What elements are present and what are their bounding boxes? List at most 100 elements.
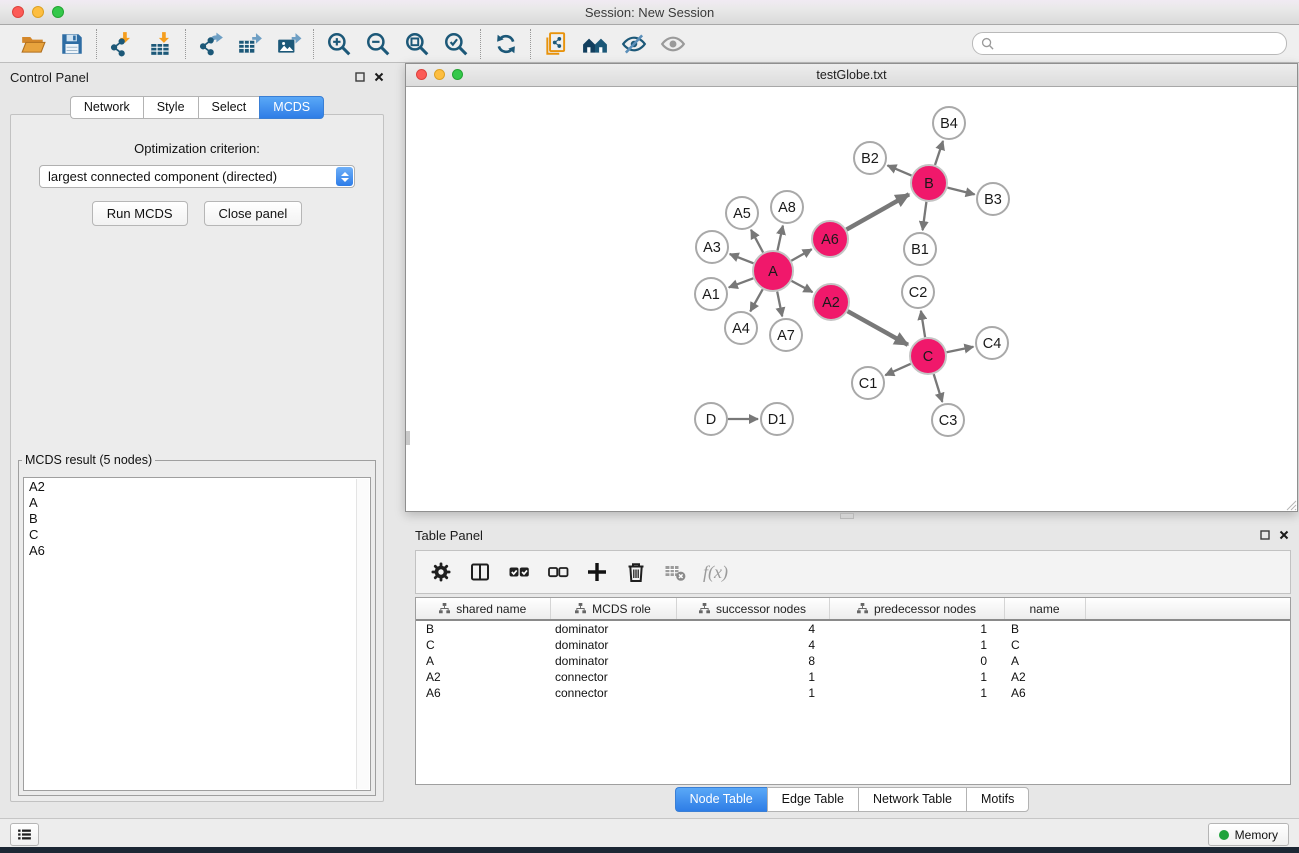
graph-node-A3[interactable]: A3	[696, 231, 728, 263]
close-window-button[interactable]	[12, 6, 24, 18]
graph-edge-A-A1[interactable]	[729, 278, 754, 287]
column-header-shared-name[interactable]: shared name	[416, 598, 550, 620]
add-column-button[interactable]	[584, 559, 610, 585]
task-history-button[interactable]	[10, 823, 39, 846]
close-table-panel-icon[interactable]	[1279, 530, 1289, 540]
graph-edge-A-A5[interactable]	[751, 230, 763, 253]
table-row[interactable]: Adominator80A	[416, 653, 1290, 669]
graph-edge-B-B1[interactable]	[923, 202, 927, 230]
select-all-button[interactable]	[506, 559, 532, 585]
graph-node-D[interactable]: D	[695, 403, 727, 435]
open-file-button[interactable]	[18, 29, 47, 58]
column-header-mcds-role[interactable]: MCDS role	[550, 598, 676, 620]
tab-motifs[interactable]: Motifs	[966, 787, 1029, 812]
export-table-button[interactable]	[235, 29, 264, 58]
tab-network-table[interactable]: Network Table	[858, 787, 966, 812]
graph-node-A4[interactable]: A4	[725, 312, 757, 344]
graph-node-A1[interactable]: A1	[695, 278, 727, 310]
graph-node-A6[interactable]: A6	[812, 221, 848, 257]
column-header-successor-nodes[interactable]: successor nodes	[676, 598, 829, 620]
float-table-panel-icon[interactable]	[1260, 530, 1270, 540]
graph-node-B4[interactable]: B4	[933, 107, 965, 139]
network-zoom-button[interactable]	[452, 69, 463, 80]
column-header-name[interactable]: name	[1004, 598, 1085, 620]
graph-node-A8[interactable]: A8	[771, 191, 803, 223]
graph-node-C1[interactable]: C1	[852, 367, 884, 399]
search-box[interactable]	[972, 32, 1287, 55]
graph-node-A2[interactable]: A2	[813, 284, 849, 320]
graph-node-D1[interactable]: D1	[761, 403, 793, 435]
table-row[interactable]: A2connector11A2	[416, 669, 1290, 685]
memory-button[interactable]: Memory	[1208, 823, 1289, 846]
tab-mcds[interactable]: MCDS	[259, 96, 324, 119]
mcds-result-item[interactable]: A2	[29, 479, 370, 495]
graph-edge-C-C1[interactable]	[885, 364, 910, 375]
graph-edge-A-A4[interactable]	[750, 289, 762, 311]
graph-edge-A-A8[interactable]	[778, 226, 783, 251]
graph-edge-A-A2[interactable]	[792, 281, 813, 292]
tab-edge-table[interactable]: Edge Table	[767, 787, 858, 812]
graph-node-B3[interactable]: B3	[977, 183, 1009, 215]
mcds-result-item[interactable]: A6	[29, 543, 370, 559]
settings-gear-button[interactable]	[428, 559, 454, 585]
refresh-button[interactable]	[491, 29, 520, 58]
zoom-selected-button[interactable]	[441, 29, 470, 58]
table-row[interactable]: Cdominator41C	[416, 637, 1290, 653]
graph-node-B2[interactable]: B2	[854, 142, 886, 174]
import-table-button[interactable]	[146, 29, 175, 58]
search-input[interactable]	[999, 36, 1278, 52]
hide-selected-button[interactable]	[619, 29, 648, 58]
toggle-column-display-button[interactable]	[467, 559, 493, 585]
panel-splitter-handle[interactable]	[840, 513, 854, 519]
resize-grip-icon[interactable]	[1284, 498, 1297, 511]
mcds-list-scrollbar[interactable]	[356, 479, 369, 789]
criterion-select[interactable]: largest connected component (directed)	[39, 165, 355, 188]
graph-edge-B-B3[interactable]	[947, 188, 974, 195]
graph-edge-A-A7[interactable]	[777, 292, 782, 317]
column-header-predecessor-nodes[interactable]: predecessor nodes	[829, 598, 1004, 620]
graph-edge-B-B4[interactable]	[935, 141, 943, 165]
new-network-from-selection-button[interactable]	[541, 29, 570, 58]
export-image-button[interactable]	[274, 29, 303, 58]
run-mcds-button[interactable]: Run MCDS	[92, 201, 188, 226]
deselect-all-button[interactable]	[545, 559, 571, 585]
table-row[interactable]: A6connector11A6	[416, 685, 1290, 701]
float-panel-icon[interactable]	[355, 72, 365, 82]
minimize-window-button[interactable]	[32, 6, 44, 18]
graph-edge-A-A3[interactable]	[730, 254, 754, 263]
canvas-left-scrollbar-thumb[interactable]	[406, 431, 410, 445]
graph-edge-A6-B[interactable]	[847, 194, 910, 229]
mcds-result-item[interactable]: A	[29, 495, 370, 511]
graph-edge-B-B2[interactable]	[888, 165, 912, 175]
tab-select[interactable]: Select	[198, 96, 260, 119]
close-panel-button[interactable]: Close panel	[204, 201, 303, 226]
graph-node-C4[interactable]: C4	[976, 327, 1008, 359]
graph-node-A7[interactable]: A7	[770, 319, 802, 351]
graph-edge-A-A6[interactable]	[791, 249, 811, 260]
tab-style[interactable]: Style	[143, 96, 198, 119]
tab-node-table[interactable]: Node Table	[675, 787, 767, 812]
graph-edge-C-C3[interactable]	[934, 374, 943, 402]
zoom-fit-button[interactable]	[402, 29, 431, 58]
tab-network[interactable]: Network	[70, 96, 143, 119]
import-network-button[interactable]	[107, 29, 136, 58]
graph-edge-A2-C[interactable]	[848, 311, 908, 345]
graph-edge-C-C2[interactable]	[921, 311, 925, 337]
network-close-button[interactable]	[416, 69, 427, 80]
graph-node-A[interactable]: A	[753, 251, 793, 291]
graph-node-B[interactable]: B	[911, 165, 947, 201]
graph-node-C[interactable]: C	[910, 338, 946, 374]
zoom-window-button[interactable]	[52, 6, 64, 18]
close-panel-icon[interactable]	[374, 72, 384, 82]
graph-node-C3[interactable]: C3	[932, 404, 964, 436]
graph-node-B1[interactable]: B1	[904, 233, 936, 265]
mcds-result-item[interactable]: C	[29, 527, 370, 543]
graph-node-C2[interactable]: C2	[902, 276, 934, 308]
graph-node-A5[interactable]: A5	[726, 197, 758, 229]
first-neighbors-button[interactable]	[580, 29, 609, 58]
mcds-result-item[interactable]: B	[29, 511, 370, 527]
zoom-in-button[interactable]	[324, 29, 353, 58]
network-canvas[interactable]: A A1 A2 A3 A4 A5 A6 A7 A8 B B1 B2 B3 B4 C C1 C2 C3 C4 D D1	[406, 87, 1297, 511]
delete-column-button[interactable]	[623, 559, 649, 585]
graph-edge-C-C4[interactable]	[947, 347, 974, 352]
